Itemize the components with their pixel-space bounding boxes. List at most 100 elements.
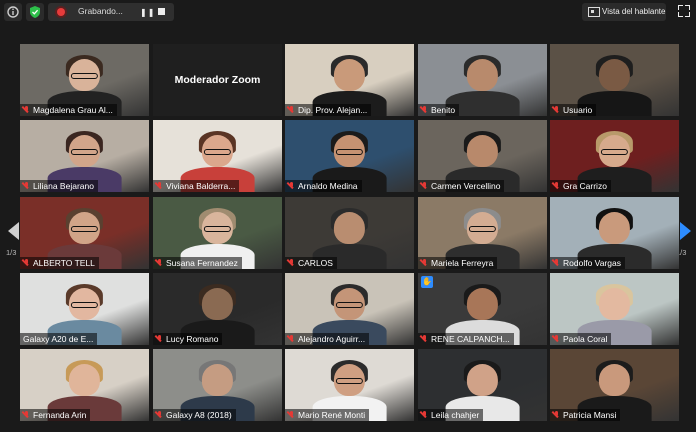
participant-tile[interactable]: ALBERTO TELL <box>20 197 149 269</box>
muted-mic-icon <box>288 334 295 344</box>
muted-mic-icon <box>156 258 163 268</box>
participant-name-bar: Galaxy A8 (2018) <box>153 409 236 421</box>
muted-mic-icon <box>553 258 560 268</box>
encryption-shield-icon[interactable] <box>26 3 44 21</box>
recording-indicator: Grabando... ❚❚ <box>48 3 174 21</box>
participant-tile[interactable]: ✋ RENE CALPANCH... <box>418 273 547 345</box>
participant-tile[interactable]: Rodolfo Vargas <box>550 197 679 269</box>
participant-tile[interactable]: Alejandro Aguirr... <box>285 273 414 345</box>
participant-tile[interactable]: Gra Carrizo <box>550 120 679 192</box>
participant-tile[interactable]: Galaxy A8 (2018) <box>153 349 282 421</box>
muted-mic-icon <box>156 410 163 420</box>
next-page-button[interactable]: 1/3 <box>676 222 692 257</box>
participant-name: Gra Carrizo <box>563 181 607 191</box>
participant-tile[interactable]: Lucy Romano <box>153 273 282 345</box>
participant-tile[interactable]: Carmen Vercellino <box>418 120 547 192</box>
participant-name: Arnaldo Medina <box>298 181 358 191</box>
participant-name-bar: Leila chahjer <box>418 409 484 421</box>
participant-name-bar: Galaxy A20 de E... <box>20 333 98 345</box>
participant-tile[interactable]: Fernanda Arin <box>20 349 149 421</box>
participant-name: Viviana Balderra... <box>166 181 236 191</box>
page-indicator-left: 1/3 <box>6 248 17 257</box>
muted-mic-icon <box>421 410 428 420</box>
participant-name-bar: Gra Carrizo <box>550 180 611 192</box>
participant-tile[interactable]: Liliana Bejarano <box>20 120 149 192</box>
participant-name: Rodolfo Vargas <box>563 258 621 268</box>
participant-name: Leila chahjer <box>431 410 480 420</box>
muted-mic-icon <box>156 334 163 344</box>
participant-tile[interactable]: Usuario <box>550 44 679 116</box>
fullscreen-icon[interactable] <box>678 5 690 17</box>
speaker-view-button[interactable]: Vista del hablante <box>582 3 666 21</box>
participant-name: Magdalena Grau Al... <box>33 105 113 115</box>
participant-name-bar: ALBERTO TELL <box>20 257 99 269</box>
muted-mic-icon <box>23 410 30 420</box>
muted-mic-icon <box>288 105 295 115</box>
participant-name: Patricia Mansi <box>563 410 617 420</box>
participant-name-bar: Mariela Ferreyra <box>418 257 498 269</box>
meeting-topbar: Grabando... ❚❚ Vista del hablante <box>0 0 696 24</box>
participant-name: Galaxy A20 de E... <box>23 334 94 344</box>
participant-tile[interactable]: Paola Coral <box>550 273 679 345</box>
muted-mic-icon <box>23 181 30 191</box>
meeting-info-icon[interactable] <box>4 3 22 21</box>
participant-name: Benito <box>431 105 456 115</box>
participant-name-bar: Rodolfo Vargas <box>550 257 625 269</box>
pause-recording-icon[interactable]: ❚❚ <box>140 8 155 17</box>
chevron-left-icon <box>8 222 19 240</box>
recording-label: Grabando... <box>78 6 123 16</box>
participant-name-bar: Alejandro Aguirr... <box>285 333 370 345</box>
participant-name-bar: Arnaldo Medina <box>285 180 362 192</box>
participant-tile[interactable]: Magdalena Grau Al... <box>20 44 149 116</box>
moderator-title: Moderador Zoom <box>174 74 261 86</box>
participant-name: Usuario <box>563 105 593 115</box>
participant-name: RENE CALPANCH... <box>431 334 510 344</box>
muted-mic-icon <box>553 334 560 344</box>
muted-mic-icon <box>553 181 560 191</box>
muted-mic-icon <box>288 181 295 191</box>
stop-recording-icon[interactable] <box>158 8 165 15</box>
participant-name-bar: Usuario <box>550 104 597 116</box>
participant-name: Carmen Vercellino <box>431 181 501 191</box>
participant-name-bar: RENE CALPANCH... <box>418 333 514 345</box>
participant-tile[interactable]: Mariela Ferreyra <box>418 197 547 269</box>
participant-name: Alejandro Aguirr... <box>298 334 366 344</box>
muted-mic-icon <box>421 334 428 344</box>
participant-name-bar: Liliana Bejarano <box>20 180 98 192</box>
participant-name: Paola Coral <box>563 334 608 344</box>
participant-name: Mario René Monti <box>298 410 366 420</box>
recording-dot-icon <box>57 8 65 16</box>
participant-name-bar: Lucy Romano <box>153 333 223 345</box>
participant-name-bar: Viviana Balderra... <box>153 180 240 192</box>
participant-name: CARLOS <box>298 258 333 268</box>
muted-mic-icon <box>421 181 428 191</box>
muted-mic-icon <box>23 258 30 268</box>
speaker-view-label: Vista del hablante <box>602 7 666 16</box>
moderator-tile[interactable]: Moderador Zoom <box>153 44 282 116</box>
participant-name-bar: Paola Coral <box>550 333 612 345</box>
participant-tile[interactable]: Galaxy A20 de E... <box>20 273 149 345</box>
participant-tile[interactable]: Viviana Balderra... <box>153 120 282 192</box>
participant-name-bar: Mario René Monti <box>285 409 370 421</box>
previous-page-button[interactable]: 1/3 <box>6 222 20 257</box>
participant-tile[interactable]: Benito <box>418 44 547 116</box>
participant-tile[interactable]: Susana Fernandez <box>153 197 282 269</box>
participant-name-bar: Carmen Vercellino <box>418 180 505 192</box>
participant-name: Fernanda Arin <box>33 410 87 420</box>
participant-name: Mariela Ferreyra <box>431 258 494 268</box>
muted-mic-icon <box>553 105 560 115</box>
participant-tile[interactable]: Dip. Prov. Alejan... <box>285 44 414 116</box>
participant-name-bar: Patricia Mansi <box>550 409 621 421</box>
participant-name-bar: Fernanda Arin <box>20 409 91 421</box>
participant-name-bar: CARLOS <box>285 257 337 269</box>
participant-name-bar: Susana Fernandez <box>153 257 242 269</box>
participant-tile[interactable]: Mario René Monti <box>285 349 414 421</box>
muted-mic-icon <box>553 410 560 420</box>
participant-tile[interactable]: Patricia Mansi <box>550 349 679 421</box>
participant-tile[interactable]: Leila chahjer <box>418 349 547 421</box>
participant-name-bar: Magdalena Grau Al... <box>20 104 117 116</box>
participant-tile[interactable]: CARLOS <box>285 197 414 269</box>
speaker-view-icon <box>588 7 600 17</box>
participant-tile[interactable]: Arnaldo Medina <box>285 120 414 192</box>
muted-mic-icon <box>421 258 428 268</box>
